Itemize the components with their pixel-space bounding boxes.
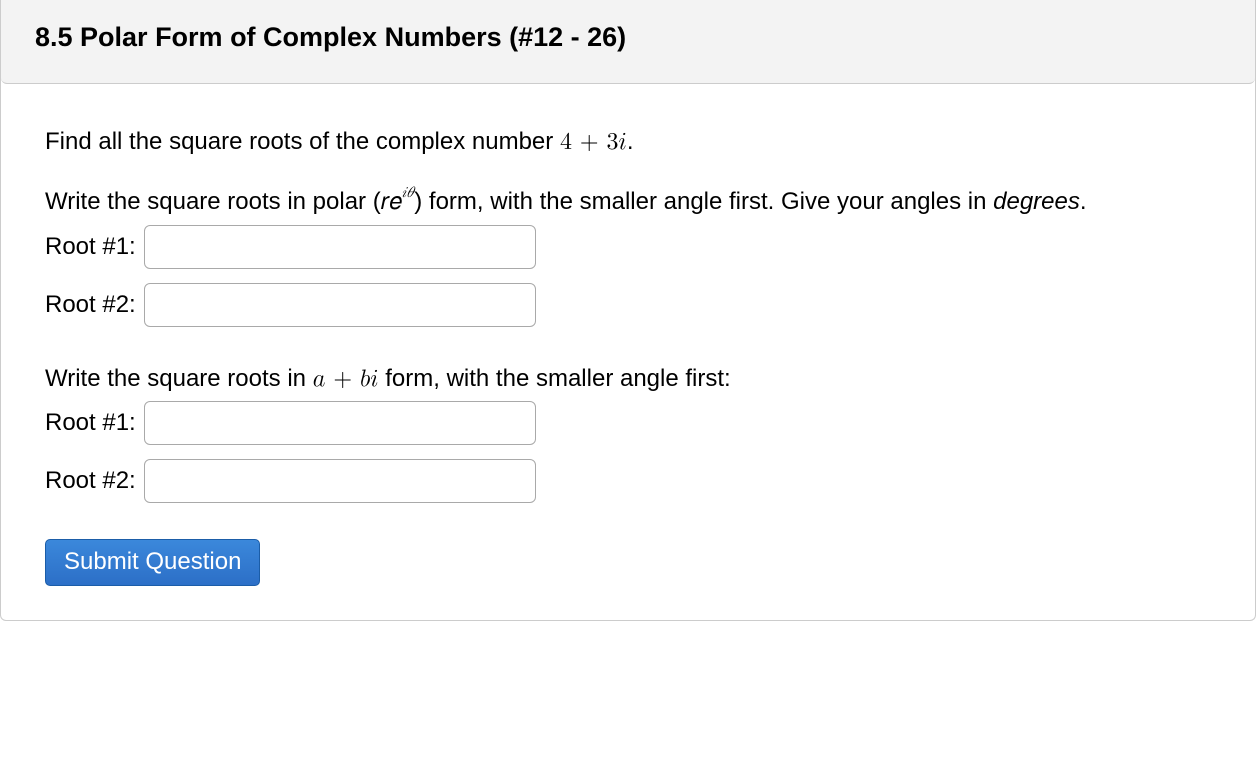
abi-expression: 𝑎 + 𝑏𝑖 bbox=[313, 367, 379, 391]
polar-root1-label: Root #1: bbox=[45, 233, 136, 261]
polar-root1-input[interactable] bbox=[144, 225, 536, 269]
abi-root1-input[interactable] bbox=[144, 401, 536, 445]
question-card: 8.5 Polar Form of Complex Numbers (#12 -… bbox=[0, 0, 1256, 621]
section-header: 8.5 Polar Form of Complex Numbers (#12 -… bbox=[1, 0, 1255, 84]
polar-instruction: Write the square roots in polar (𝑟𝑒𝑖𝜃) f… bbox=[45, 186, 1211, 218]
prompt-text: Find all the square roots of the complex… bbox=[45, 128, 560, 155]
abi-instruction-pre: Write the square roots in bbox=[45, 365, 313, 392]
polar-exponent: 𝑖𝜃 bbox=[401, 185, 413, 200]
polar-instruction-emph: degrees bbox=[993, 188, 1080, 215]
polar-root1-row: Root #1: bbox=[45, 225, 1211, 269]
abi-instruction: Write the square roots in 𝑎 + 𝑏𝑖 form, w… bbox=[45, 363, 1211, 395]
polar-root2-label: Root #2: bbox=[45, 291, 136, 319]
abi-instruction-post: form, with the smaller angle first: bbox=[379, 365, 731, 392]
polar-instruction-post: ) form, with the smaller angle first. Gi… bbox=[414, 188, 993, 215]
polar-root2-input[interactable] bbox=[144, 283, 536, 327]
polar-instruction-pre: Write the square roots in polar (𝑟𝑒 bbox=[45, 188, 402, 215]
abi-root2-input[interactable] bbox=[144, 459, 536, 503]
submit-button[interactable]: Submit Question bbox=[45, 539, 260, 586]
abi-root2-row: Root #2: bbox=[45, 459, 1211, 503]
question-prompt: Find all the square roots of the complex… bbox=[45, 126, 1211, 158]
polar-root2-row: Root #2: bbox=[45, 283, 1211, 327]
polar-instruction-end: . bbox=[1080, 188, 1087, 215]
polar-exponent-base: 𝑖𝜃 bbox=[402, 190, 414, 214]
abi-root1-row: Root #1: bbox=[45, 401, 1211, 445]
section-title: 8.5 Polar Form of Complex Numbers (#12 -… bbox=[35, 22, 626, 52]
abi-root2-label: Root #2: bbox=[45, 467, 136, 495]
abi-root1-label: Root #1: bbox=[45, 409, 136, 437]
question-content: Find all the square roots of the complex… bbox=[1, 84, 1255, 620]
prompt-suffix: . bbox=[627, 128, 634, 155]
complex-number: 4 + 3𝑖 bbox=[560, 130, 627, 154]
